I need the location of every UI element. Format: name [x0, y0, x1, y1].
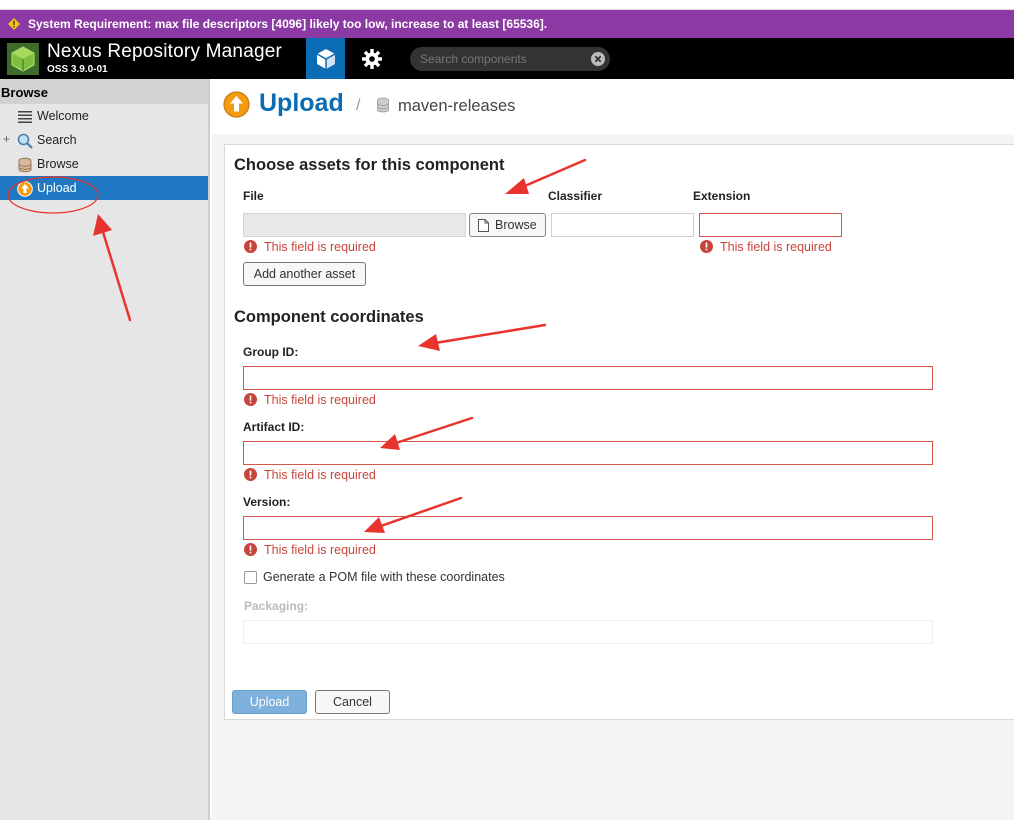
breadcrumb-repository[interactable]: maven-releases	[398, 97, 515, 116]
file-path-field[interactable]	[243, 213, 466, 237]
admin-mode-button[interactable]	[355, 38, 389, 79]
error-icon	[244, 543, 257, 556]
group-id-error: This field is required	[244, 393, 444, 408]
extension-column-label: Extension	[693, 189, 751, 203]
artifact-id-error: This field is required	[244, 468, 444, 483]
version-label: Version:	[243, 495, 291, 509]
browse-mode-button[interactable]	[306, 38, 345, 79]
upload-button[interactable]: Upload	[232, 690, 307, 714]
upload-icon	[223, 91, 250, 118]
extension-error: This field is required	[700, 240, 900, 255]
packaging-input	[243, 620, 933, 644]
version-error: This field is required	[244, 543, 444, 558]
clear-search-icon[interactable]	[591, 52, 605, 66]
upload-icon	[17, 181, 33, 197]
app-name: Nexus Repository Manager	[47, 41, 283, 62]
artifact-id-label: Artifact ID:	[243, 420, 305, 434]
generate-pom-checkbox[interactable]	[244, 571, 257, 584]
sidebar-item-upload[interactable]: Upload	[0, 176, 208, 200]
app-version: OSS 3.9.0-01	[47, 64, 108, 75]
error-icon	[244, 393, 257, 406]
sidebar-item-label: Search	[37, 133, 77, 147]
generate-pom-label[interactable]: Generate a POM file with these coordinat…	[263, 570, 505, 584]
extension-input[interactable]	[699, 213, 842, 237]
database-icon	[377, 97, 389, 113]
sidebar-item-browse[interactable]: Browse	[0, 152, 208, 176]
version-input[interactable]	[243, 516, 933, 540]
packaging-label: Packaging:	[244, 599, 309, 613]
browser-toolbar-strip	[0, 0, 1014, 10]
sidebar-item-welcome[interactable]: Welcome	[0, 104, 208, 128]
nexus-logo-icon	[7, 43, 39, 75]
search-box	[410, 47, 610, 71]
browse-button-label: Browse	[495, 218, 537, 232]
error-icon	[244, 240, 257, 253]
file-error: This field is required	[244, 240, 444, 255]
system-warning-banner: System Requirement: max file descriptors…	[0, 10, 1014, 38]
artifact-id-input[interactable]	[243, 441, 933, 465]
add-another-asset-button[interactable]: Add another asset	[243, 262, 366, 286]
sidebar-item-label: Welcome	[37, 109, 89, 123]
search-components-input[interactable]	[420, 50, 590, 68]
file-column-label: File	[243, 189, 264, 203]
file-icon	[478, 219, 489, 232]
expand-icon[interactable]: +	[3, 132, 10, 146]
browse-button[interactable]: Browse	[469, 213, 546, 237]
sidebar-item-search[interactable]: + Search	[0, 128, 208, 152]
coordinates-section-title: Component coordinates	[234, 308, 424, 326]
breadcrumb-separator: /	[356, 97, 361, 114]
error-icon	[700, 240, 713, 253]
sidebar-title: Browse	[0, 79, 208, 104]
sidebar: Browse Welcome + Search Browse Upload	[0, 79, 210, 820]
sidebar-item-label: Browse	[37, 157, 79, 171]
warning-text: System Requirement: max file descriptors…	[28, 17, 548, 31]
classifier-input[interactable]	[551, 213, 694, 237]
group-id-label: Group ID:	[243, 345, 299, 359]
gear-icon	[362, 48, 382, 69]
magnifier-icon	[17, 133, 33, 149]
classifier-column-label: Classifier	[548, 189, 603, 203]
cube-icon	[316, 48, 335, 69]
database-icon	[18, 157, 32, 173]
page-header: Upload / maven-releases	[211, 79, 1014, 134]
warning-icon	[8, 18, 20, 30]
cancel-button[interactable]: Cancel	[315, 690, 390, 714]
list-icon	[18, 111, 32, 123]
group-id-input[interactable]	[243, 366, 933, 390]
page-title: Upload	[259, 89, 344, 117]
error-icon	[244, 468, 257, 481]
assets-section-title: Choose assets for this component	[234, 156, 505, 174]
sidebar-item-label: Upload	[37, 181, 77, 195]
app-header: Nexus Repository Manager OSS 3.9.0-01	[0, 38, 1014, 79]
